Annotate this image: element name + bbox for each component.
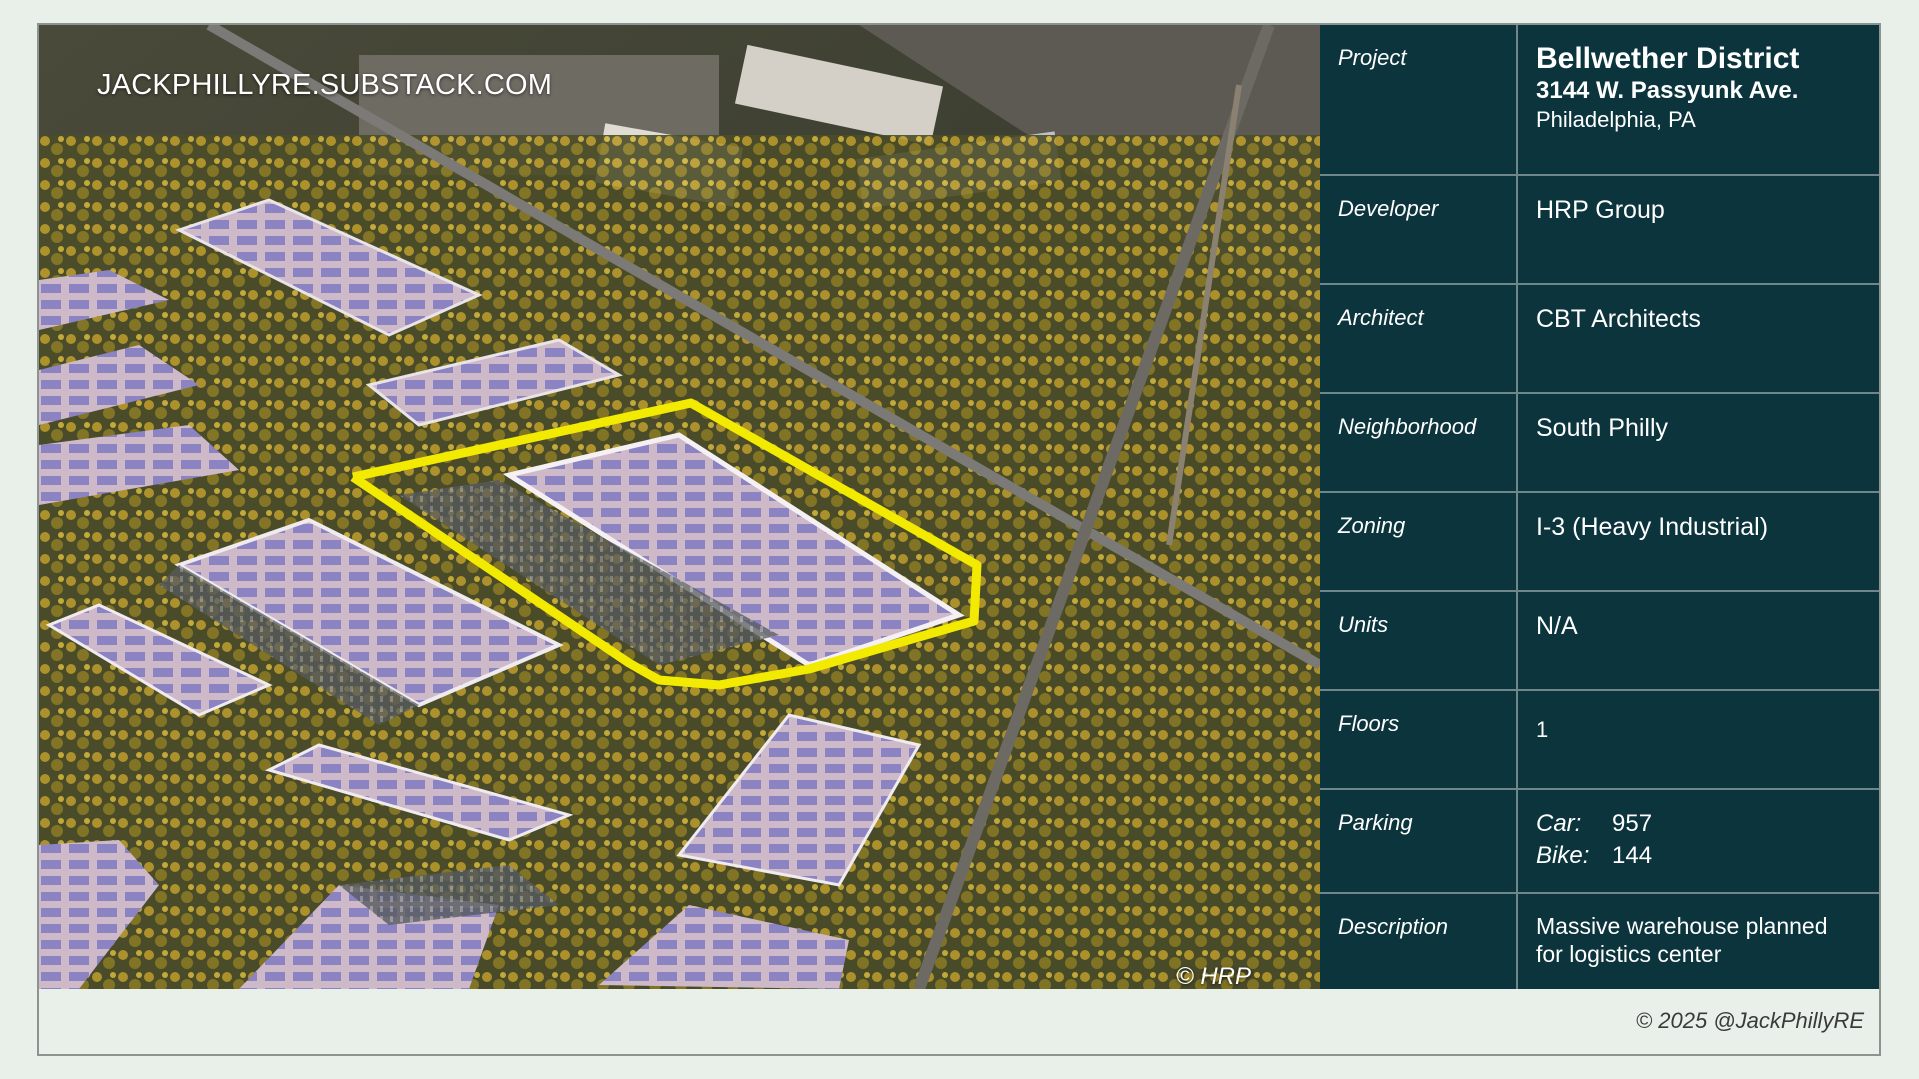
value-project: Bellwether District 3144 W. Passyunk Ave… [1536, 42, 1799, 134]
project-title: Bellwether District [1536, 42, 1800, 75]
parking-bike-label: Bike: [1536, 842, 1590, 869]
column-divider [1516, 691, 1518, 788]
row-description: Description Massive warehouse planned fo… [1320, 894, 1879, 989]
watermark: JACKPHILLYRE.SUBSTACK.COM [97, 69, 553, 101]
description-line-2: for logistics center [1536, 941, 1722, 967]
value-developer: HRP Group [1536, 196, 1665, 224]
column-divider [1516, 25, 1518, 174]
project-address: 3144 W. Passyunk Ave. [1536, 77, 1799, 104]
photo-credit: © HRP Group [1176, 963, 1251, 989]
parking-car-label: Car: [1536, 810, 1582, 837]
description-line-1: Massive warehouse planned [1536, 913, 1828, 939]
label-description: Description [1338, 914, 1449, 939]
row-project: Project Bellwether District 3144 W. Pass… [1320, 25, 1879, 176]
label-parking: Parking [1338, 810, 1413, 835]
row-parking: Parking Car: 957 Bike: 144 [1320, 790, 1879, 894]
label-developer: Developer [1338, 196, 1439, 221]
aerial-rendering: JACKPHILLYRE.SUBSTACK.COM © HRP Group [39, 25, 1320, 989]
parking-bike: Bike: 144 [1536, 840, 1652, 872]
value-floors: 1 [1536, 717, 1549, 742]
row-developer: Developer HRP Group [1320, 176, 1879, 285]
row-units: Units N/A [1320, 592, 1879, 691]
value-description: Massive warehouse planned for logistics … [1536, 912, 1828, 968]
project-city: Philadelphia, PA [1536, 107, 1696, 132]
label-units: Units [1338, 612, 1389, 637]
column-divider [1516, 394, 1518, 491]
column-divider [1516, 790, 1518, 892]
label-architect: Architect [1338, 305, 1424, 330]
aerial-rendering-image [39, 25, 1320, 989]
project-info-panel: Project Bellwether District 3144 W. Pass… [1320, 25, 1879, 989]
column-divider [1516, 493, 1518, 590]
label-project: Project [1338, 45, 1407, 70]
value-zoning: I-3 (Heavy Industrial) [1536, 513, 1769, 541]
parking-bike-value: 144 [1612, 842, 1653, 869]
value-neighborhood: South Philly [1536, 414, 1669, 442]
row-zoning: Zoning I-3 (Heavy Industrial) [1320, 493, 1879, 592]
value-parking: Car: 957 Bike: 144 [1536, 808, 1652, 872]
footer-copyright: © 2025 @JackPhillyRE [1635, 1008, 1864, 1033]
label-zoning: Zoning [1338, 513, 1406, 538]
parking-car-value: 957 [1612, 810, 1653, 837]
label-neighborhood: Neighborhood [1338, 414, 1477, 439]
row-floors: Floors 1 [1320, 691, 1879, 790]
value-units: N/A [1536, 612, 1578, 640]
column-divider [1516, 894, 1518, 989]
parking-car: Car: 957 [1536, 808, 1652, 840]
row-neighborhood: Neighborhood South Philly [1320, 394, 1879, 493]
column-divider [1516, 176, 1518, 283]
column-divider [1516, 592, 1518, 689]
row-architect: Architect CBT Architects [1320, 285, 1879, 394]
value-architect: CBT Architects [1536, 305, 1701, 333]
label-floors: Floors [1338, 711, 1400, 736]
column-divider [1516, 285, 1518, 392]
